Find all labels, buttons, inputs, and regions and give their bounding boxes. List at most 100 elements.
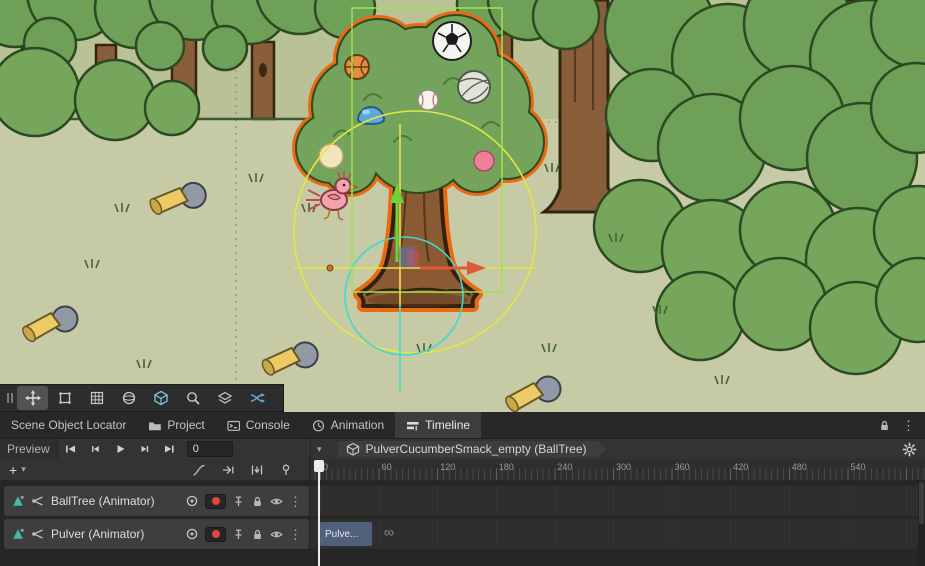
tab-label: Project [167,418,204,432]
soccer-ball[interactable] [433,22,471,60]
pivot-cube-icon [153,390,169,406]
tab-timeline[interactable]: Timeline [395,412,481,438]
ruler-frame-label: 300 [616,462,631,472]
grid-snap-button[interactable] [81,386,112,410]
pin-icon[interactable] [232,495,245,508]
tab-label: Animation [331,418,384,432]
preview-toggle-button[interactable]: Preview [0,439,58,459]
lock-icon[interactable] [251,495,264,508]
track-lane[interactable]: Pulve... ∞ [310,519,918,549]
orbit-sphere-icon [121,390,137,406]
go-to-start-button[interactable] [58,439,83,460]
move-tool-icon [25,390,41,406]
timeline-settings-button[interactable] [902,442,925,457]
insert-frame-icon[interactable] [250,463,264,477]
gear-icon [902,442,917,457]
edit-mode-buttons [192,463,309,477]
pin-icon[interactable] [232,528,245,541]
grid-snap-icon [89,390,105,406]
breadcrumb-label: PulverCucumberSmack_empty (BallTree) [366,442,587,456]
previous-frame-icon [89,443,101,455]
tab-console[interactable]: Console [216,412,301,438]
timeline-ruler[interactable]: 060120180240300360420480540 [310,459,925,480]
target-picker-icon[interactable] [185,527,199,541]
tabbar-right-controls: ⋮ [878,412,925,438]
track-menu-kebab[interactable]: ⋮ [289,495,302,508]
scene-tool-strip [0,384,284,412]
next-frame-button[interactable] [133,439,158,460]
ruler-frame-label: 540 [850,462,865,472]
panel-menu-kebab[interactable]: ⋮ [902,419,915,432]
orbit-sphere-button[interactable] [113,386,144,410]
lock-icon[interactable] [251,528,264,541]
animator-icon [11,527,25,541]
track-header-pulver[interactable]: Pulver (Animator) ⋮ [4,519,309,549]
cube-icon [346,442,360,456]
go-to-end-button[interactable] [158,439,183,460]
pink-ball[interactable] [474,151,494,171]
timeline-breadcrumb[interactable]: PulverCucumberSmack_empty (BallTree) [338,441,607,458]
curves-icon[interactable] [192,463,206,477]
add-track-button[interactable]: + ▾ [0,462,35,478]
play-button[interactable] [108,439,133,460]
previous-frame-button[interactable] [83,439,108,460]
lock-icon[interactable] [878,419,891,432]
gizmo-handle[interactable] [327,265,333,271]
basketball[interactable] [345,55,369,79]
eye-icon[interactable] [270,528,283,541]
clock-icon [312,419,325,432]
grip-handle-icon[interactable] [3,386,16,410]
search-icon [185,390,201,406]
animation-clip[interactable]: Pulve... [320,522,372,546]
ruler-frame-label: 120 [440,462,455,472]
tab-label: Console [246,418,290,432]
record-button[interactable] [205,527,226,542]
ruler-frame-label: 240 [557,462,572,472]
shuffle-icon [249,390,265,406]
move-tool-button[interactable] [17,386,48,410]
console-icon [227,419,240,432]
timeline-control-bar: Preview 0 ▾ PulverCucumberSmack_empty (B [0,438,925,459]
rect-tool-icon [57,390,73,406]
track-label: BallTree (Animator) [51,494,179,508]
cream-ball[interactable] [319,144,343,168]
playhead-line[interactable] [318,460,320,566]
preview-label: Preview [7,442,50,456]
search-tool-button[interactable] [177,386,208,410]
target-picker-icon[interactable] [185,494,199,508]
playhead-handle[interactable] [314,460,324,472]
baseball[interactable] [418,90,438,110]
tab-project[interactable]: Project [137,412,215,438]
rect-tool-button[interactable] [49,386,80,410]
timeline-options-caret[interactable]: ▾ [311,444,328,455]
go-to-end-icon [164,443,176,455]
clip-edit-mode-icon[interactable] [221,463,235,477]
eye-icon[interactable] [270,495,283,508]
tab-animation[interactable]: Animation [301,412,395,438]
track-label: Pulver (Animator) [51,527,179,541]
timeline-icon [406,419,419,432]
record-dot [212,530,220,538]
plane-handle[interactable] [407,250,419,267]
frame-number-field[interactable]: 0 [187,441,233,457]
chevron-down-icon: ▾ [21,464,26,475]
track-header-balltree[interactable]: BallTree (Animator) ⋮ [4,486,309,516]
panel-tab-bar: Scene Object Locator Project Console Ani… [0,412,925,438]
scene-canvas[interactable] [0,0,925,412]
marker-pin-icon[interactable] [279,463,293,477]
layers-tool-button[interactable] [209,386,240,410]
pivot-cube-button[interactable] [145,386,176,410]
track-menu-kebab[interactable]: ⋮ [289,528,302,541]
tab-scene-object-locator[interactable]: Scene Object Locator [0,412,137,438]
track-lane[interactable] [310,486,918,516]
volleyball[interactable] [458,71,490,103]
tab-label: Scene Object Locator [11,418,126,432]
next-frame-icon [139,443,151,455]
record-dot [212,497,220,505]
ruler-frame-label: 180 [499,462,514,472]
shuffle-tool-button[interactable] [241,386,272,410]
scene-viewport[interactable] [0,0,925,412]
record-button[interactable] [205,494,226,509]
scrollbar-thumb[interactable] [919,482,924,524]
vertical-scrollbar[interactable] [918,480,925,566]
